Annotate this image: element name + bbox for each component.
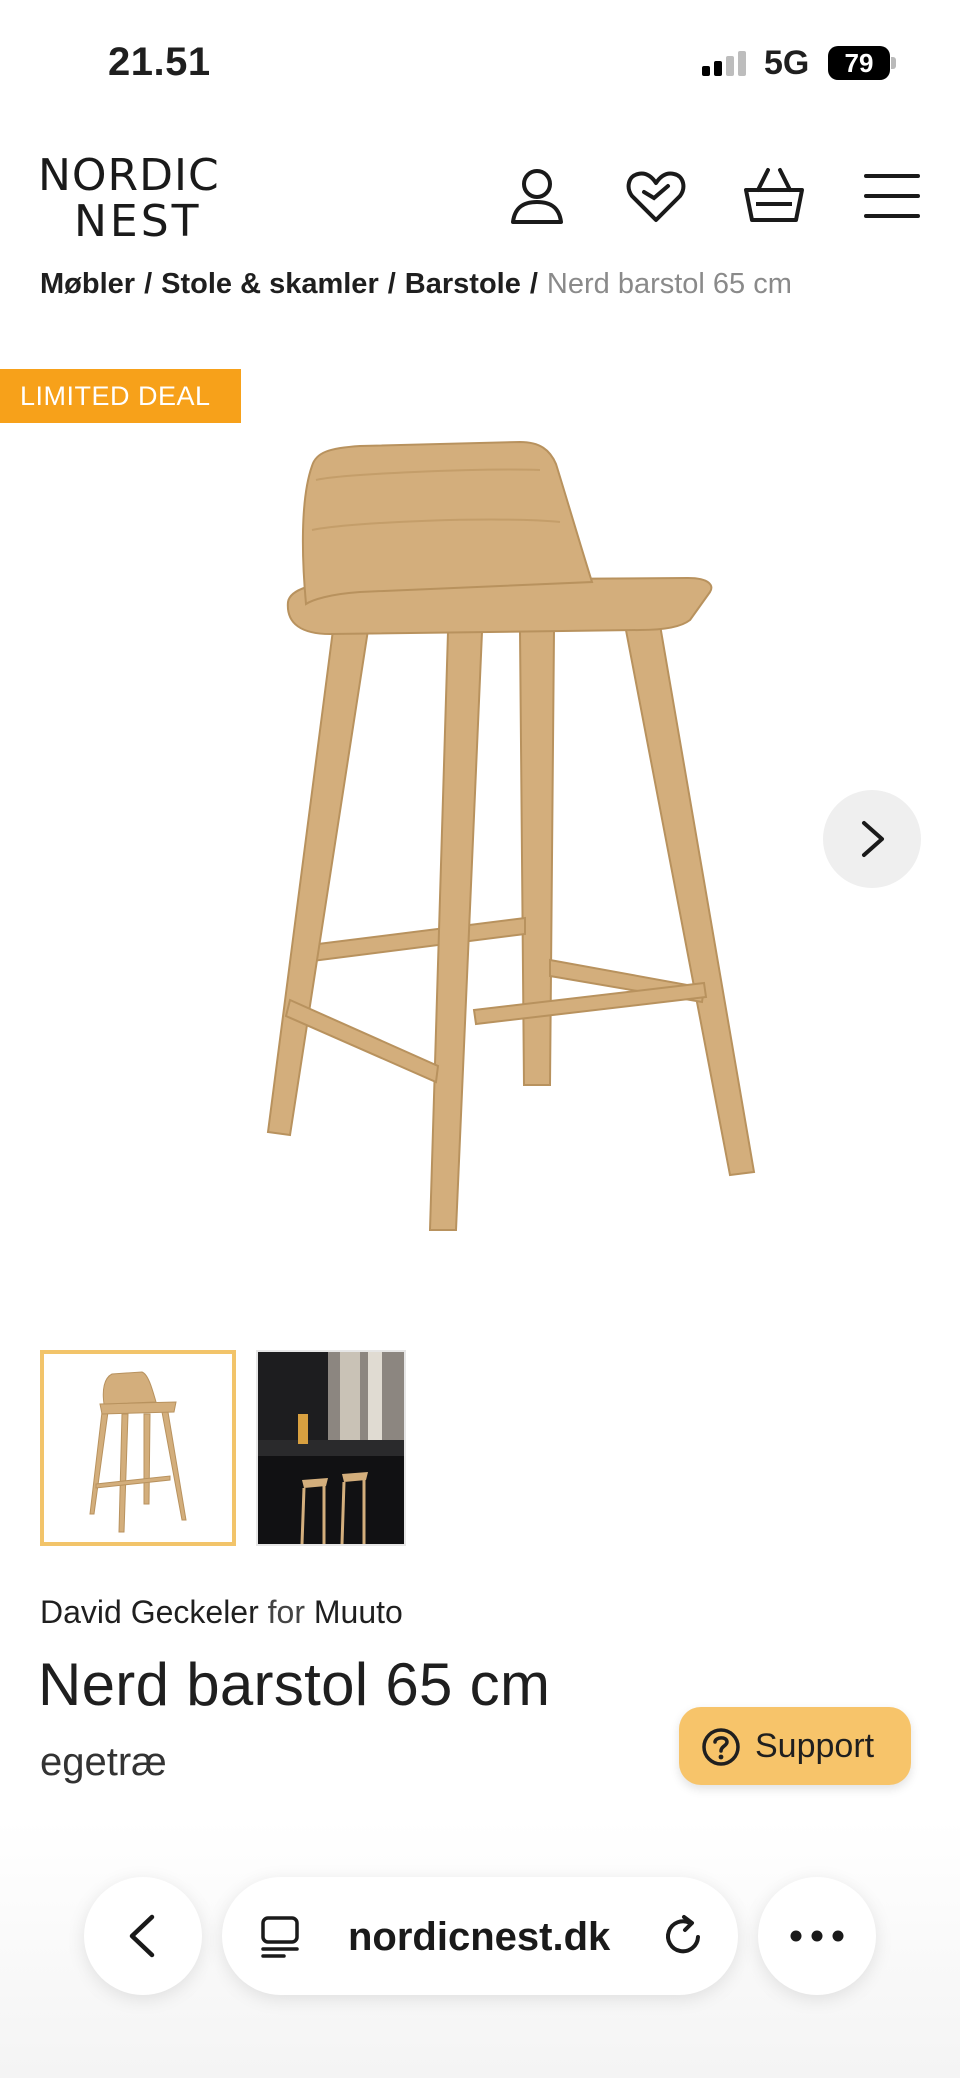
site-header: NORDIC NEST xyxy=(0,140,960,260)
browser-address-bar[interactable]: nordicnest.dk xyxy=(222,1877,738,1995)
thumbnail-1[interactable] xyxy=(40,1350,236,1546)
breadcrumb-current: Nerd barstol 65 cm xyxy=(546,268,792,300)
next-image-button[interactable] xyxy=(823,790,921,888)
network-label: 5G xyxy=(764,44,810,82)
browser-more-button[interactable] xyxy=(758,1877,876,1995)
designer-name[interactable]: David Geckeler xyxy=(40,1594,259,1630)
limited-deal-badge: LIMITED DEAL xyxy=(0,369,241,423)
status-time: 21.51 xyxy=(108,40,211,84)
url-text[interactable]: nordicnest.dk xyxy=(348,1915,610,1960)
chevron-right-icon xyxy=(862,821,884,857)
battery-icon: 79 xyxy=(828,46,896,80)
battery-level: 79 xyxy=(828,46,890,80)
thumbnail-2[interactable] xyxy=(256,1350,406,1546)
menu-icon[interactable] xyxy=(860,164,924,228)
breadcrumb-link-stole-skamler[interactable]: Stole & skamler xyxy=(161,268,379,300)
status-bar: 21.51 5G 79 xyxy=(0,0,960,130)
breadcrumb-separator: / xyxy=(387,268,396,300)
user-icon[interactable] xyxy=(505,164,569,228)
designer-line: David Geckeler for Muuto xyxy=(40,1594,403,1631)
product-title: Nerd barstol 65 cm xyxy=(38,1651,551,1718)
logo-line1: NORDIC xyxy=(38,150,220,201)
breadcrumb-separator: / xyxy=(529,268,538,300)
product-image[interactable] xyxy=(220,440,760,1250)
designer-for-word: for xyxy=(267,1594,305,1630)
page-menu-icon[interactable] xyxy=(260,1915,302,1959)
thumbnail-kitchen-image xyxy=(258,1352,404,1544)
support-button[interactable]: Support xyxy=(679,1707,911,1785)
reload-icon[interactable] xyxy=(660,1913,706,1959)
chevron-left-icon xyxy=(129,1914,155,1958)
basket-icon[interactable] xyxy=(742,164,806,228)
brand-name[interactable]: Muuto xyxy=(314,1594,403,1630)
breadcrumb-separator: / xyxy=(144,268,153,300)
browser-back-button[interactable] xyxy=(84,1877,202,1995)
product-variant: egetræ xyxy=(40,1740,167,1784)
breadcrumb: Møbler / Stole & skamler / Barstole / Nerd bar… xyxy=(40,268,792,301)
support-label: Support xyxy=(755,1727,875,1765)
more-icon xyxy=(790,1930,844,1942)
logo-line2: NEST xyxy=(74,196,202,247)
heart-icon[interactable] xyxy=(624,164,688,228)
breadcrumb-link-barstole[interactable]: Barstole xyxy=(405,268,521,300)
signal-icon xyxy=(702,51,746,76)
breadcrumb-link-mobler[interactable]: Møbler xyxy=(40,268,135,300)
thumbnail-stool-image xyxy=(89,1371,187,1533)
question-icon xyxy=(702,1728,740,1766)
browser-toolbar: nordicnest.dk xyxy=(0,1820,960,2078)
nordic-nest-logo[interactable]: NORDIC NEST xyxy=(38,150,238,247)
